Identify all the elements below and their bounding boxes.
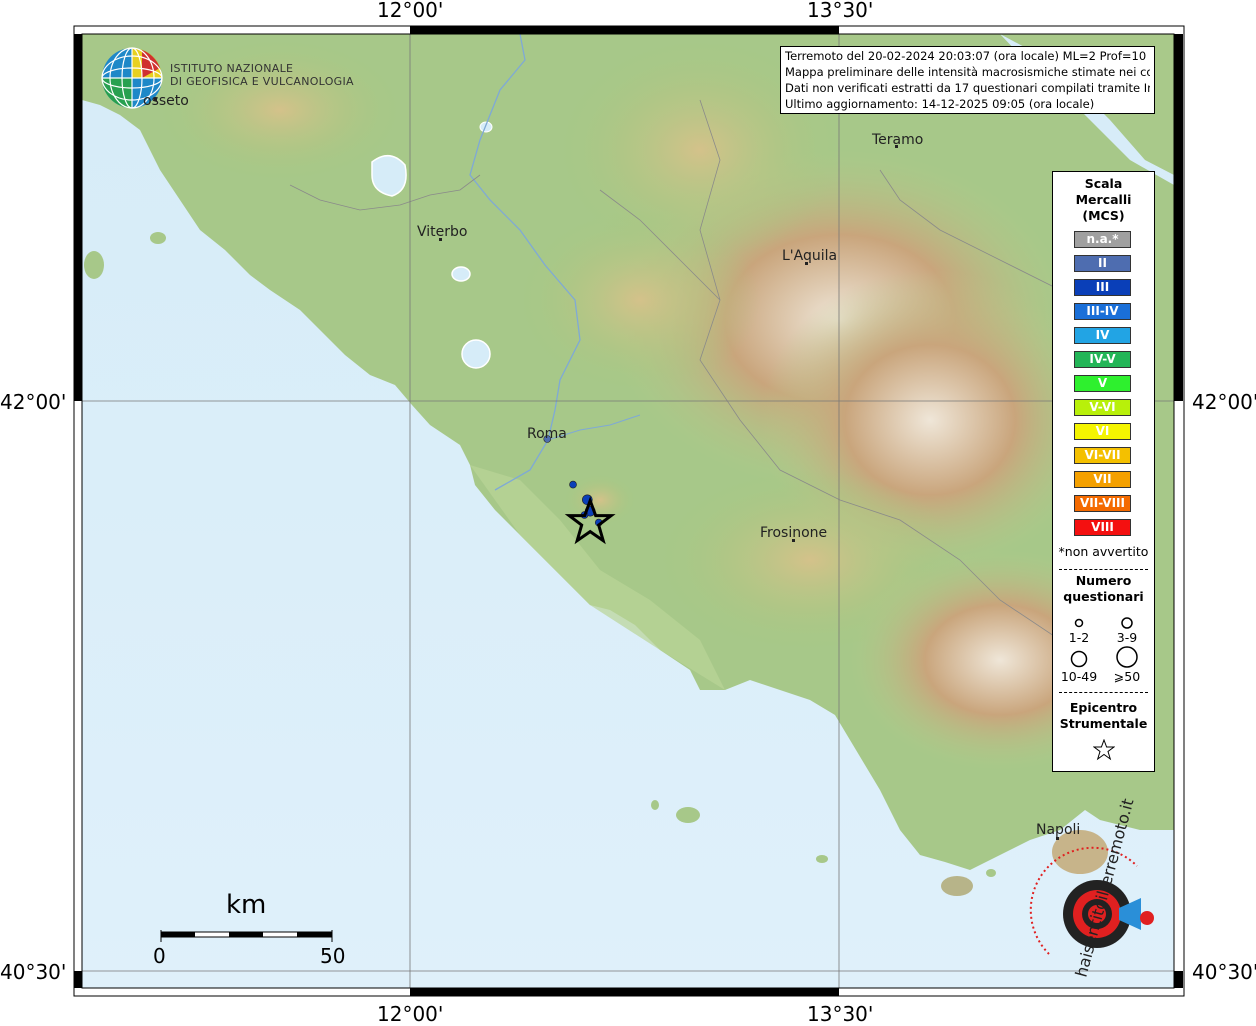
observation-marker	[569, 480, 577, 489]
legend-count-title: Numero questionari	[1053, 573, 1154, 605]
city-label-roma: Roma	[527, 426, 567, 442]
legend-epicenter-title: Epicentro Strumentale	[1053, 700, 1154, 732]
count-symbol-10-49	[1070, 650, 1088, 668]
legend-swatch-iii: III	[1074, 279, 1131, 296]
count-label-3-9: 3-9	[1116, 630, 1138, 645]
lon-label-bottom-1: 12°00'	[377, 1002, 444, 1026]
lake-bolsena	[371, 155, 407, 197]
ingv-logo-text: ISTITUTO NAZIONALE DI GEOFISICA E VULCAN…	[170, 62, 354, 88]
count-label-50: ⩾50	[1113, 669, 1141, 684]
legend-swatch-iv-v: IV-V	[1074, 351, 1131, 368]
city-dot-napoli	[1056, 837, 1059, 840]
epicenter-title-line-1: Epicentro	[1069, 700, 1138, 715]
count-title-line-2: questionari	[1063, 589, 1144, 604]
island-giglio	[84, 251, 104, 279]
info-line-3: Dati non verificati estratti da 17 quest…	[785, 81, 1150, 95]
city-dot-laquila	[805, 262, 808, 265]
lat-label-left-1: 42°00'	[0, 390, 67, 414]
legend-footnote: *non avvertito	[1058, 544, 1149, 559]
legend-swatch-iv: IV	[1074, 327, 1131, 344]
info-line-4: Ultimo aggiornamento: 14-12-2025 09:05 (…	[785, 97, 1095, 111]
legend-swatch-ii: II	[1074, 255, 1131, 272]
island-ponza	[676, 807, 700, 823]
legend-title-line-2: Mercalli	[1075, 192, 1132, 207]
count-label-10-49: 10-49	[1060, 669, 1098, 684]
count-title-line-1: Numero	[1075, 573, 1132, 588]
legend-swatch-vi-vii: VI-VII	[1074, 447, 1131, 464]
sabine-hills	[520, 210, 760, 390]
city-dot-viterbo	[439, 238, 442, 241]
city-label-napoli: Napoli	[1036, 822, 1081, 838]
island-ventotene	[816, 855, 828, 863]
mcs-legend: Scala Mercalli (MCS) n.a.* II III III-IV IV I…	[1052, 171, 1155, 772]
city-label-laquila: L'Aquila	[782, 248, 838, 264]
island-palmarola	[651, 800, 659, 810]
lon-label-bottom-2: 13°30'	[807, 1002, 874, 1026]
count-symbol-1-2	[1074, 618, 1084, 628]
lat-label-right-1: 42°00'	[1192, 390, 1256, 414]
count-symbol-50	[1116, 646, 1138, 668]
lon-label-top-2: 13°30'	[807, 0, 874, 22]
scale-bar-min: 0	[153, 944, 166, 968]
info-line-1: Terremoto del 20-02-2024 20:03:07 (ora l…	[785, 49, 1150, 63]
legend-separator-1	[1059, 569, 1148, 570]
lake-bracciano	[461, 339, 491, 369]
lake-vico	[451, 266, 471, 282]
legend-swatch-vii: VII	[1074, 471, 1131, 488]
lat-label-left-2: 40°30'	[0, 960, 67, 984]
legend-swatch-v-vi: V-VI	[1074, 399, 1131, 416]
epicenter-title-line-2: Strumentale	[1059, 716, 1148, 731]
legend-swatch-viii: VIII	[1074, 519, 1131, 536]
legend-swatch-na: n.a.*	[1074, 231, 1131, 248]
logo-line-2: DI GEOFISICA E VULCANOLOGIA	[170, 75, 354, 88]
legend-title-line-3: (MCS)	[1082, 208, 1125, 223]
info-line-2: Mappa preliminare delle intensità macros…	[785, 65, 1150, 79]
lon-label-top-1: 12°00'	[377, 0, 444, 22]
logo-line-1: ISTITUTO NAZIONALE	[170, 62, 294, 75]
legend-swatch-v: V	[1074, 375, 1131, 392]
count-label-1-2: 1-2	[1068, 630, 1090, 645]
scale-bar-title: km	[226, 890, 267, 920]
legend-title: Scala Mercalli (MCS)	[1053, 176, 1154, 224]
island-ischia	[941, 876, 973, 896]
city-dot-frosinone	[792, 539, 795, 542]
island-argentario	[150, 232, 166, 244]
city-dot-grosseto	[154, 98, 157, 101]
count-symbol-3-9	[1121, 617, 1133, 629]
city-label-grosseto: osseto	[143, 93, 189, 109]
scale-bar-max: 50	[320, 944, 346, 968]
legend-separator-2	[1059, 692, 1148, 693]
lat-label-right-2: 40°30'	[1192, 960, 1256, 984]
tuscan-hills	[160, 40, 400, 180]
island-procida	[986, 869, 996, 877]
legend-star-icon	[1093, 739, 1115, 761]
event-info-box: Terremoto del 20-02-2024 20:03:07 (ora l…	[780, 46, 1155, 114]
legend-swatch-vi: VI	[1074, 423, 1131, 440]
legend-title-line-1: Scala	[1084, 176, 1123, 191]
legend-swatch-vii-viii: VII-VIII	[1074, 495, 1131, 512]
city-label-viterbo: Viterbo	[417, 224, 468, 240]
legend-swatch-iii-iv: III-IV	[1074, 303, 1131, 320]
city-dot-teramo	[895, 145, 898, 148]
